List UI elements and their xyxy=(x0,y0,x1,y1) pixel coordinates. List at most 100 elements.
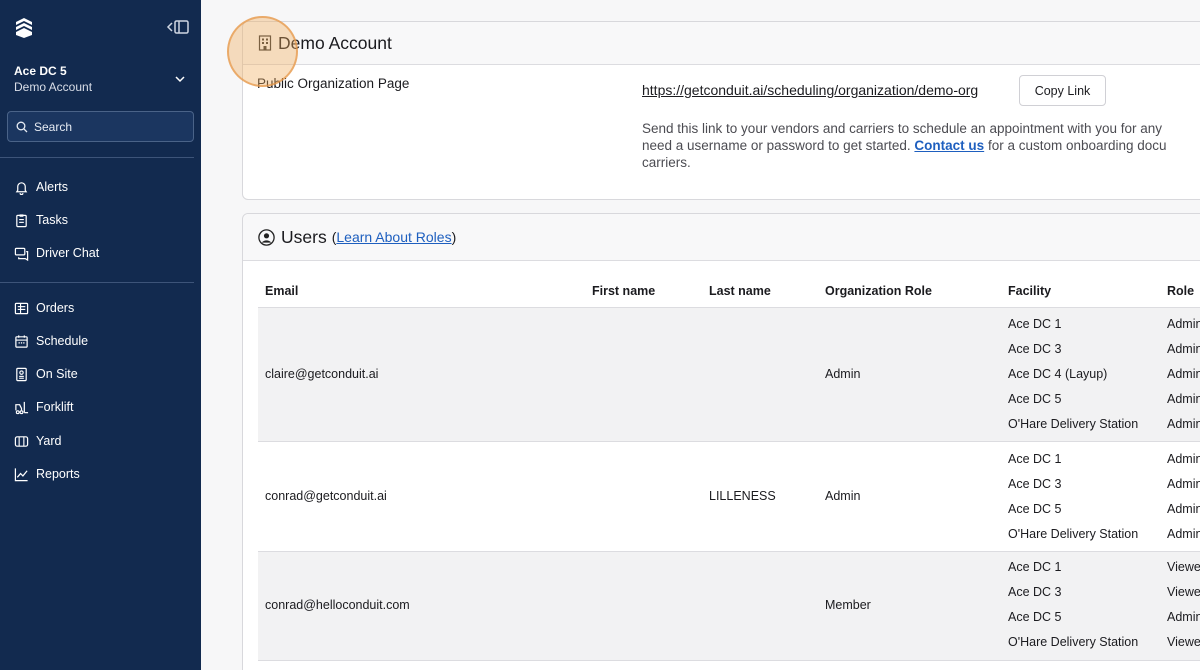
org-name: Ace DC 5 xyxy=(14,64,67,78)
org-switcher[interactable]: Ace DC 5 Demo Account xyxy=(14,64,189,96)
sidebar-divider xyxy=(0,282,194,283)
cell-role: Admin xyxy=(1167,527,1200,541)
sidebar-item-schedule[interactable]: Schedule xyxy=(13,331,88,351)
sidebar-item-tasks[interactable]: Tasks xyxy=(13,210,68,230)
chart-icon xyxy=(13,466,29,482)
sidebar-item-orders[interactable]: Orders xyxy=(13,298,74,318)
column-header-role[interactable]: Role xyxy=(1167,284,1194,298)
cell-email: conrad@getconduit.ai xyxy=(265,489,387,503)
description-line: carriers. xyxy=(642,155,691,170)
sidebar-item-forklift[interactable]: Forklift xyxy=(13,397,74,417)
column-header-org-role[interactable]: Organization Role xyxy=(825,284,932,298)
copy-link-button[interactable]: Copy Link xyxy=(1019,75,1106,106)
cell-facility: Ace DC 5 xyxy=(1008,502,1062,516)
collapse-sidebar-icon[interactable] xyxy=(166,18,190,36)
public-page-label: Public Organization Page xyxy=(257,76,410,91)
yard-icon xyxy=(13,433,29,449)
cell-email: claire@getconduit.ai xyxy=(265,367,379,381)
sidebar-item-label: Forklift xyxy=(36,400,74,414)
sidebar-item-label: On Site xyxy=(36,367,78,381)
cell-role: Admin xyxy=(1167,417,1200,431)
table-row[interactable]: conrad@helloconduit.com Member Ace DC 1 … xyxy=(258,552,1200,661)
cell-role: Viewe xyxy=(1167,560,1200,574)
page-title: Demo Account xyxy=(278,32,392,53)
cell-role: Admin xyxy=(1167,452,1200,466)
column-header-last-name[interactable]: Last name xyxy=(709,284,771,298)
search-icon xyxy=(16,121,28,132)
cell-role: Admin xyxy=(1167,610,1200,624)
cell-facility: O'Hare Delivery Station xyxy=(1008,635,1139,649)
cell-role: Admin xyxy=(1167,342,1200,356)
main-content: Demo Account Public Organization Page ht… xyxy=(201,0,1200,670)
cell-role: Admin xyxy=(1167,392,1200,406)
cell-org-role: Admin xyxy=(825,367,861,381)
cell-email: conrad@helloconduit.com xyxy=(265,598,410,612)
cell-role: Admin xyxy=(1167,367,1200,381)
users-title: Users xyxy=(281,226,327,247)
sidebar-item-on-site[interactable]: On Site xyxy=(13,364,78,384)
cell-org-role: Member xyxy=(825,598,871,612)
orders-icon xyxy=(13,300,29,316)
cell-last-name: LILLENESS xyxy=(709,489,776,503)
sidebar-item-label: Driver Chat xyxy=(36,246,100,260)
description-text: for a custom onboarding docu xyxy=(987,138,1167,153)
users-card-header: Users (Learn About Roles) xyxy=(243,214,1200,261)
column-header-facility[interactable]: Facility xyxy=(1008,284,1051,298)
learn-about-roles-link[interactable]: Learn About Roles xyxy=(336,229,451,245)
cell-facility: Ace DC 4 (Layup) xyxy=(1008,367,1108,381)
sidebar-item-label: Alerts xyxy=(36,180,68,194)
sidebar: Ace DC 5 Demo Account Search Alerts Task… xyxy=(0,0,201,670)
org-subtitle: Demo Account xyxy=(14,80,93,94)
cell-facility: Ace DC 1 xyxy=(1008,452,1062,466)
sidebar-item-label: Schedule xyxy=(36,334,89,348)
cell-facility: Ace DC 1 xyxy=(1008,560,1062,574)
cell-role: Admin xyxy=(1167,502,1200,516)
organization-card-header: Demo Account xyxy=(243,22,1200,65)
conduit-logo-icon[interactable] xyxy=(12,16,36,40)
sidebar-item-label: Reports xyxy=(36,467,80,481)
bell-icon xyxy=(13,179,29,195)
cell-facility: Ace DC 5 xyxy=(1008,610,1062,624)
building-icon xyxy=(258,35,272,51)
user-circle-icon xyxy=(258,228,275,246)
cell-facility: Ace DC 3 xyxy=(1008,477,1062,491)
chevron-down-icon xyxy=(175,76,185,83)
cell-org-role: Admin xyxy=(825,489,861,503)
column-header-email[interactable]: Email xyxy=(265,284,298,298)
users-card: Users (Learn About Roles) Email First na… xyxy=(242,213,1200,670)
cell-facility: Ace DC 3 xyxy=(1008,585,1062,599)
calendar-icon xyxy=(13,333,29,349)
sidebar-item-label: Orders xyxy=(36,301,75,315)
search-button[interactable]: Search xyxy=(7,111,194,142)
clipboard-icon xyxy=(13,212,29,228)
sidebar-item-alerts[interactable]: Alerts xyxy=(13,177,68,197)
sidebar-item-label: Yard xyxy=(36,434,62,448)
public-page-link[interactable]: https://getconduit.ai/scheduling/organiz… xyxy=(642,82,978,98)
cell-facility: Ace DC 3 xyxy=(1008,342,1062,356)
public-page-description: Send this link to your vendors and carri… xyxy=(642,120,1200,171)
cell-role: Admin xyxy=(1167,317,1200,331)
search-label: Search xyxy=(34,119,73,134)
cell-role: Viewe xyxy=(1167,585,1200,599)
description-line: Send this link to your vendors and carri… xyxy=(642,121,1163,136)
cell-facility: Ace DC 5 xyxy=(1008,392,1062,406)
cell-facility: Ace DC 1 xyxy=(1008,317,1062,331)
forklift-icon xyxy=(13,399,29,415)
cell-role: Admin xyxy=(1167,477,1200,491)
paren-close: ) xyxy=(451,229,457,245)
table-row[interactable]: conrad@getconduit.ai LILLENESS Admin Ace… xyxy=(258,442,1200,552)
sidebar-item-yard[interactable]: Yard xyxy=(13,431,61,451)
sidebar-divider xyxy=(0,157,194,158)
sidebar-item-reports[interactable]: Reports xyxy=(13,464,80,484)
contact-us-link[interactable]: Contact us xyxy=(914,138,984,153)
cell-facility: O'Hare Delivery Station xyxy=(1008,417,1139,431)
column-header-first-name[interactable]: First name xyxy=(592,284,655,298)
onsite-icon xyxy=(13,366,29,382)
description-line: need a username or password to get start… xyxy=(642,137,1200,154)
description-text: need a username or password to get start… xyxy=(642,138,911,153)
chat-icon xyxy=(13,245,29,261)
sidebar-item-label: Tasks xyxy=(36,213,68,227)
table-row[interactable]: claire@getconduit.ai Admin Ace DC 1 Admi… xyxy=(258,308,1200,442)
cell-role: Viewe xyxy=(1167,635,1200,649)
sidebar-item-driver-chat[interactable]: Driver Chat xyxy=(13,243,99,263)
